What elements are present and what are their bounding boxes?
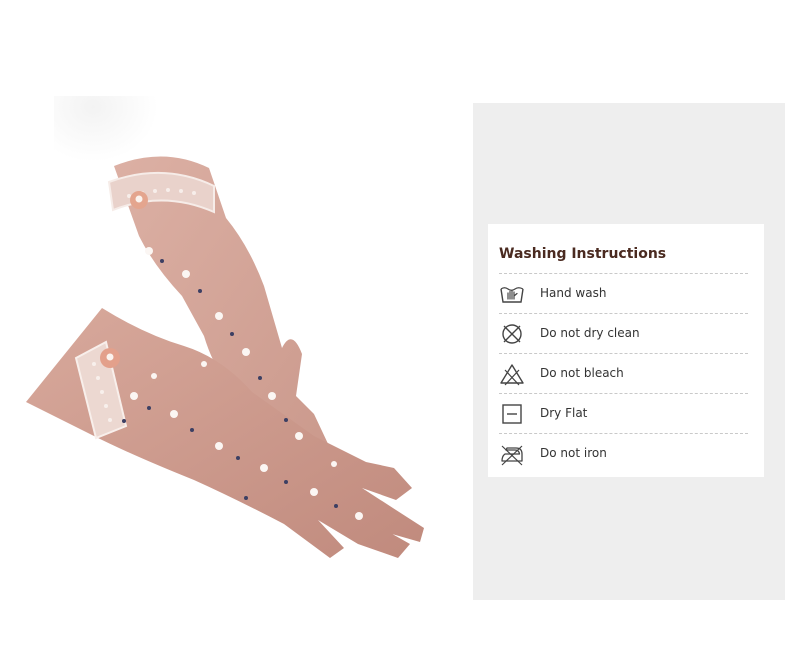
- care-item-hand-wash: Hand wash: [499, 275, 748, 314]
- do-not-dry-clean-icon: [502, 324, 522, 344]
- care-item-label: Hand wash: [540, 286, 607, 300]
- washing-instructions-card: Washing Instructions Hand wash Do not dr…: [488, 224, 764, 477]
- dry-flat-icon: [502, 404, 522, 424]
- divider: [499, 433, 748, 434]
- care-item-do-not-iron: Do not iron: [499, 435, 748, 474]
- product-image: [26, 96, 424, 558]
- care-item-label: Dry Flat: [540, 406, 588, 420]
- do-not-iron-icon: [501, 445, 523, 466]
- hand-wash-icon: [500, 287, 524, 303]
- divider: [499, 313, 748, 314]
- care-item-dry-flat: Dry Flat: [499, 395, 748, 434]
- care-item-do-not-dry-clean: Do not dry clean: [499, 315, 748, 354]
- info-panel: Washing Instructions Hand wash Do not dr…: [473, 103, 785, 600]
- care-item-label: Do not bleach: [540, 366, 624, 380]
- care-item-label: Do not dry clean: [540, 326, 640, 340]
- do-not-bleach-icon: [500, 364, 524, 386]
- card-title: Washing Instructions: [499, 246, 667, 262]
- divider: [499, 393, 748, 394]
- care-item-label: Do not iron: [540, 446, 607, 460]
- care-item-do-not-bleach: Do not bleach: [499, 355, 748, 394]
- divider: [499, 353, 748, 354]
- divider: [499, 273, 748, 274]
